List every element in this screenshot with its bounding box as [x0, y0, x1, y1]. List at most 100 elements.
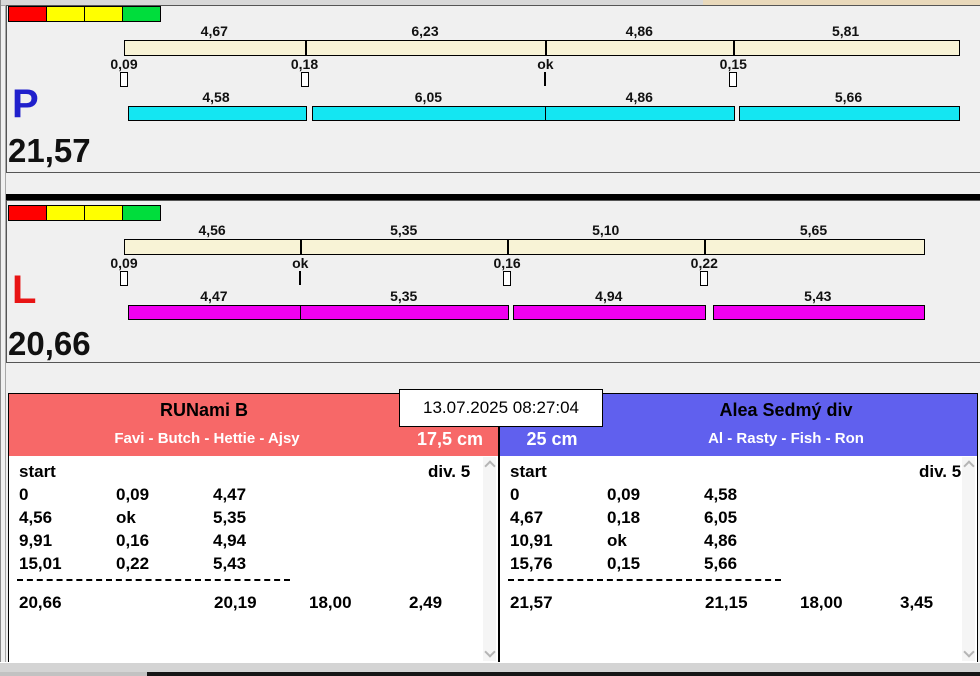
penalty-box-marker: [729, 72, 738, 87]
segment-tick: [304, 41, 307, 55]
status-light-square: [122, 6, 161, 22]
lane-total-time: 20,66: [8, 325, 91, 362]
gross-time-bar: [124, 40, 960, 56]
gross-segment-label: 5,35: [390, 222, 418, 238]
window-left-border: [0, 0, 1, 676]
scroll-down-icon[interactable]: [963, 646, 975, 658]
scrollbar[interactable]: [962, 457, 975, 661]
net-total-cell: 20,19: [214, 593, 257, 612]
net-time-bar-segment: [513, 305, 707, 320]
split-time-cell: 4,47: [213, 485, 247, 504]
segment-tick: [507, 240, 510, 254]
changeover-cell: ok: [607, 531, 627, 550]
cumulative-time-cell: 15,01: [19, 554, 62, 573]
split-row: 15,01 0,22 5,43: [9, 554, 498, 576]
status-light-square: [84, 205, 123, 221]
segment-tick: [733, 41, 736, 55]
split-time-cell: 5,43: [213, 554, 247, 573]
net-segment-label: 4,58: [202, 89, 230, 105]
totals-row: 21,57 21,15 18,00 3,45: [500, 593, 977, 615]
cumulative-time-cell: 0: [19, 485, 29, 504]
scroll-down-icon[interactable]: [484, 646, 496, 658]
gross-segment-label: 6,23: [411, 23, 439, 39]
run-timestamp: 13.07.2025 08:27:04: [399, 389, 603, 427]
net-time-bar-segment: [311, 106, 548, 121]
penalty-box-marker: [700, 271, 709, 286]
scroll-up-icon[interactable]: [484, 460, 496, 472]
totals-separator-dashes: [17, 579, 290, 581]
split-row: 4,67 0,18 6,05: [500, 508, 977, 530]
difference-cell: 3,45: [900, 593, 934, 612]
division-label: div. 5: [428, 462, 471, 481]
taskbar-edge-left: [0, 672, 147, 676]
split-time-cell: 4,94: [213, 531, 247, 550]
segment-tick: [545, 41, 548, 55]
start-label: start: [19, 462, 56, 481]
penalty-box-marker: [120, 271, 128, 286]
difference-cell: 2,49: [409, 593, 443, 612]
status-light-square: [46, 6, 85, 22]
status-light-square: [122, 205, 161, 221]
changeover-label: ok: [292, 255, 309, 271]
split-row: 4,56 ok 5,35: [9, 508, 498, 530]
total-time-cell: 20,66: [19, 593, 62, 612]
team-name: Alea Sedmý div: [719, 400, 853, 420]
net-time-bar-segment: [127, 305, 303, 320]
timing-scoreboard-screen: RUNami B Favi - Butch - Hettie - Ajsy 17…: [0, 0, 980, 676]
gross-segment-label: 5,81: [831, 23, 860, 39]
net-total-cell: 21,15: [705, 593, 748, 612]
lane-letter: P: [12, 82, 39, 126]
status-light-square: [46, 205, 85, 221]
team-members: Al - Rasty - Fish - Ron: [708, 430, 864, 447]
gross-segment-label: 4,67: [200, 23, 228, 39]
net-time-bar-segment: [712, 305, 925, 320]
changeover-label: 0,16: [493, 255, 521, 271]
team-panel-left: RUNami B Favi - Butch - Hettie - Ajsy 17…: [8, 393, 499, 664]
changeover-label: ok: [537, 56, 554, 72]
cumulative-time-cell: 9,91: [19, 531, 53, 550]
lane-total-time: 21,57: [8, 132, 91, 169]
reference-time-cell: 18,00: [309, 593, 352, 612]
lane-panel-l: [6, 200, 980, 363]
team-members: Favi - Butch - Hettie - Ajsy: [114, 430, 300, 447]
changeover-cell: ok: [116, 508, 136, 527]
changeover-cell: 0,15: [607, 554, 641, 573]
team-panel-right: Alea Sedmý div Al - Rasty - Fish - Ron 2…: [499, 393, 978, 664]
gross-segment-label: 4,56: [198, 222, 226, 238]
changeover-cell: 0,16: [116, 531, 150, 550]
gross-time-bar: [124, 239, 925, 255]
changeover-cell: 0,18: [607, 508, 641, 527]
status-light-square: [8, 205, 47, 221]
split-time-cell: 4,86: [704, 531, 738, 550]
scrollbar[interactable]: [483, 457, 496, 661]
changeover-label: 0,09: [110, 255, 138, 271]
split-time-cell: 5,35: [213, 508, 247, 527]
segment-tick: [300, 240, 303, 254]
start-label: start: [510, 462, 547, 481]
penalty-box-marker: [503, 271, 512, 286]
cumulative-time-cell: 4,56: [19, 508, 53, 527]
split-row: 10,91 ok 4,86: [500, 531, 977, 553]
changeover-cell: 0,22: [116, 554, 150, 573]
jump-height-badge: 25 cm: [526, 429, 578, 449]
net-time-bar-segment: [739, 106, 960, 121]
net-segment-label: 4,94: [595, 288, 623, 304]
split-row: 15,76 0,15 5,66: [500, 554, 977, 576]
net-segment-label: 5,43: [804, 288, 832, 304]
split-time-cell: 6,05: [704, 508, 738, 527]
scroll-up-icon[interactable]: [963, 460, 975, 472]
gross-segment-label: 5,10: [592, 222, 620, 238]
net-time-bar-segment: [127, 106, 307, 121]
split-time-cell: 5,66: [704, 554, 738, 573]
penalty-box-marker: [120, 72, 128, 87]
net-segment-label: 6,05: [414, 89, 443, 105]
cumulative-time-cell: 15,76: [510, 554, 553, 573]
changeover-label: 0,09: [110, 56, 138, 72]
gross-segment-label: 4,86: [625, 23, 653, 39]
net-segment-label: 4,47: [200, 288, 228, 304]
net-time-bar-segment: [545, 106, 736, 121]
split-row: 0 0,09 4,47: [9, 485, 498, 507]
segment-tick: [704, 240, 707, 254]
status-light-square: [8, 6, 47, 22]
taskbar-edge: [147, 672, 980, 676]
